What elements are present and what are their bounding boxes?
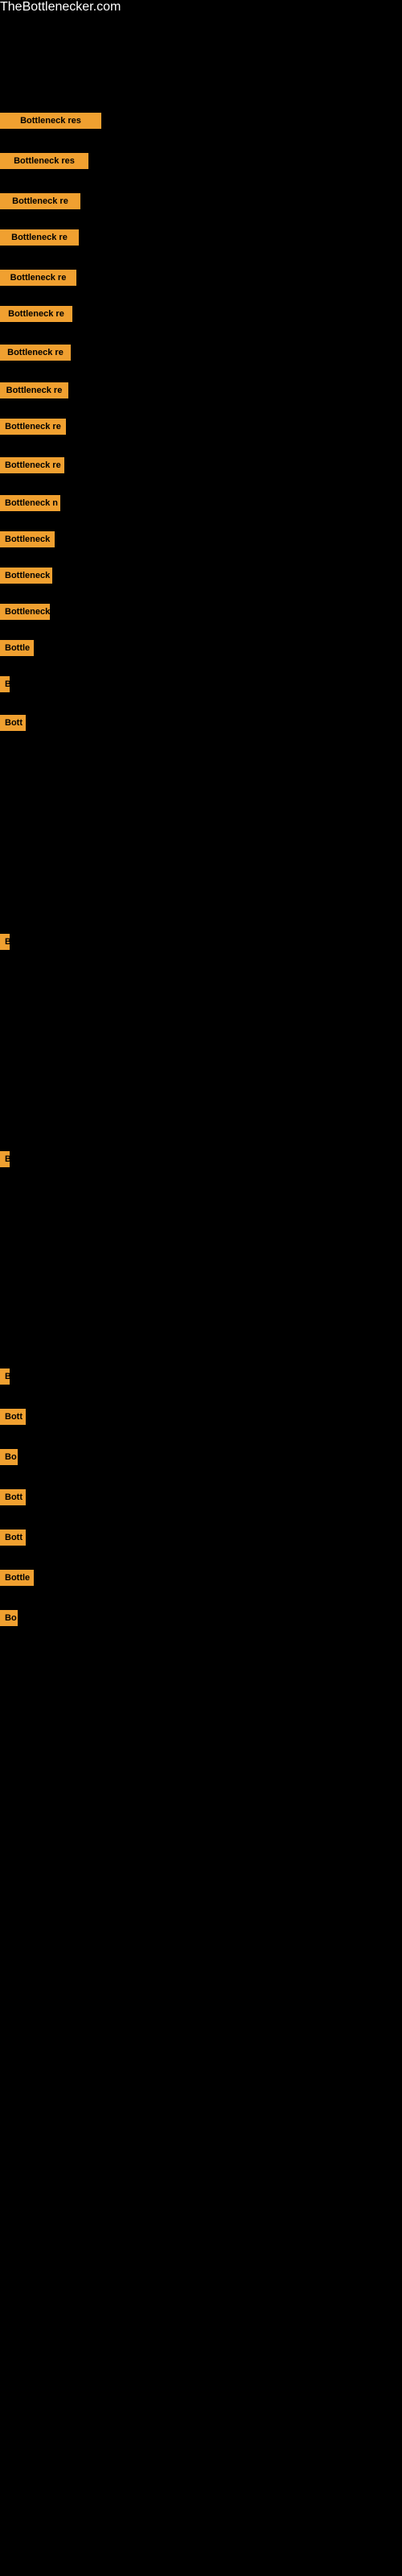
bottleneck-button-btn6[interactable]: Bottleneck re — [0, 306, 72, 322]
bottleneck-button-btn22[interactable]: Bo — [0, 1449, 18, 1465]
bottleneck-button-btn2[interactable]: Bottleneck res — [0, 153, 88, 169]
bottleneck-button-btn10[interactable]: Bottleneck re — [0, 457, 64, 473]
bottleneck-button-btn25[interactable]: Bottle — [0, 1570, 34, 1586]
site-title: TheBottlenecker.com — [0, 0, 402, 14]
bottleneck-button-btn17[interactable]: Bott — [0, 715, 26, 731]
bottleneck-button-btn21[interactable]: Bott — [0, 1409, 26, 1425]
bottleneck-button-btn5[interactable]: Bottleneck re — [0, 270, 76, 286]
bottleneck-button-btn20[interactable]: B — [0, 1368, 10, 1385]
bottleneck-button-btn12[interactable]: Bottleneck — [0, 531, 55, 547]
bottleneck-button-btn24[interactable]: Bott — [0, 1530, 26, 1546]
bottleneck-button-btn26[interactable]: Bo — [0, 1610, 18, 1626]
bottleneck-button-btn7[interactable]: Bottleneck re — [0, 345, 71, 361]
bottleneck-button-btn11[interactable]: Bottleneck n — [0, 495, 60, 511]
bottleneck-button-btn16[interactable]: B — [0, 676, 10, 692]
bottleneck-button-btn1[interactable]: Bottleneck res — [0, 113, 101, 129]
bottleneck-button-btn8[interactable]: Bottleneck re — [0, 382, 68, 398]
bottleneck-button-btn15[interactable]: Bottle — [0, 640, 34, 656]
bottleneck-button-btn9[interactable]: Bottleneck re — [0, 419, 66, 435]
bottleneck-button-btn4[interactable]: Bottleneck re — [0, 229, 79, 246]
bottleneck-button-btn19[interactable]: B — [0, 1151, 10, 1167]
bottleneck-button-btn3[interactable]: Bottleneck re — [0, 193, 80, 209]
bottleneck-button-btn14[interactable]: Bottleneck — [0, 604, 50, 620]
bottleneck-button-btn13[interactable]: Bottleneck — [0, 568, 52, 584]
bottleneck-button-btn18[interactable]: B — [0, 934, 10, 950]
bottleneck-button-btn23[interactable]: Bott — [0, 1489, 26, 1505]
